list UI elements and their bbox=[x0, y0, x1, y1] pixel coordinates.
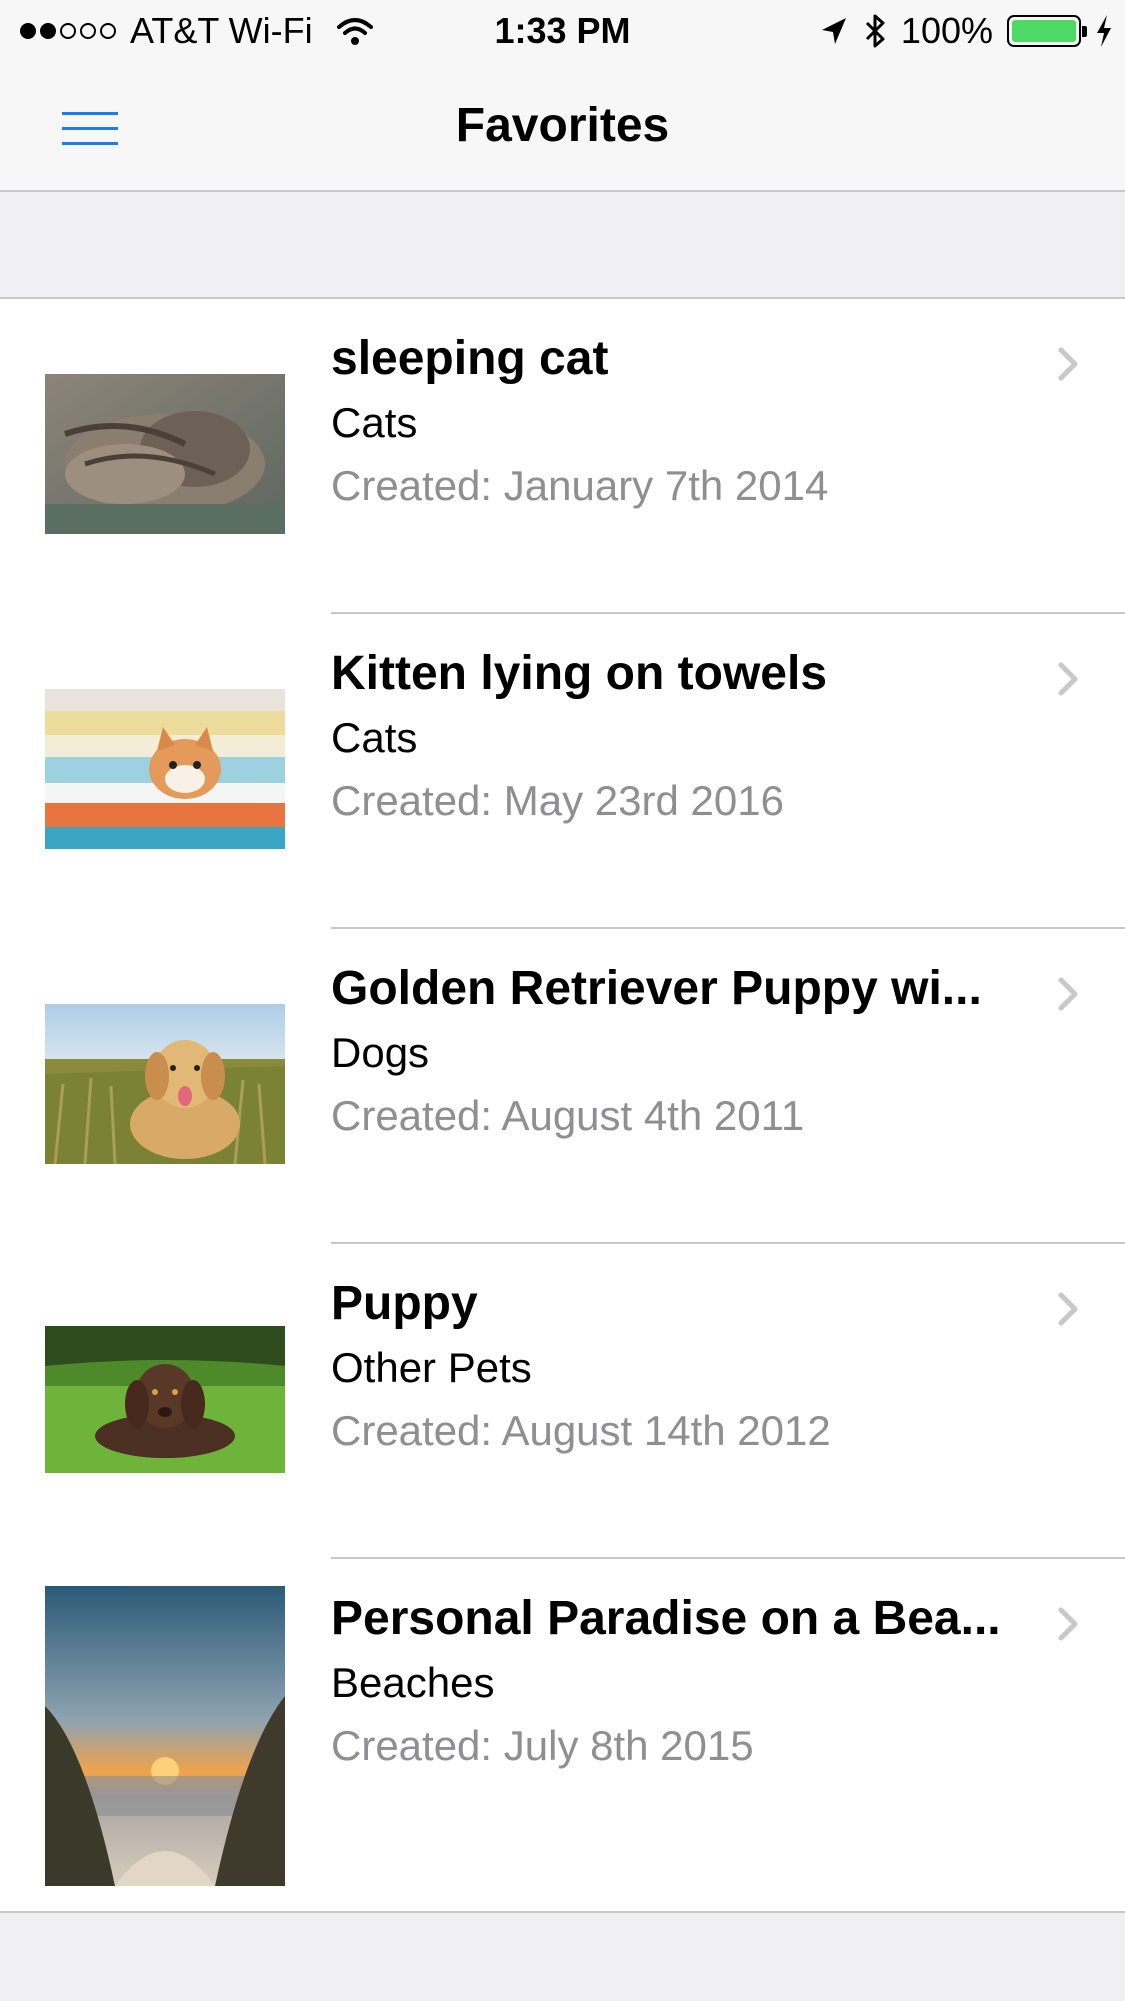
item-date: Created: May 23rd 2016 bbox=[331, 777, 784, 824]
wifi-icon bbox=[336, 18, 373, 45]
chevron-right-icon bbox=[1058, 662, 1078, 696]
item-title: Golden Retriever Puppy wi... bbox=[331, 962, 982, 1015]
item-date: Created: January 7th 2014 bbox=[331, 462, 829, 509]
favorites-list: sleeping cat Cats Created: January 7th 2… bbox=[0, 297, 1125, 1913]
bluetooth-icon bbox=[865, 14, 885, 48]
item-title: sleeping cat bbox=[331, 332, 609, 385]
thumbnail-image bbox=[45, 374, 285, 534]
list-item[interactable]: sleeping cat Cats Created: January 7th 2… bbox=[0, 299, 1125, 614]
status-left: AT&T Wi-Fi bbox=[20, 10, 375, 52]
thumbnail-image bbox=[45, 689, 285, 849]
item-date: Created: July 8th 2015 bbox=[331, 1722, 754, 1769]
hamburger-menu-icon[interactable] bbox=[52, 100, 128, 156]
status-bar: AT&T Wi-Fi 1:33 PM 100% bbox=[0, 0, 1125, 60]
item-title: Personal Paradise on a Bea... bbox=[331, 1592, 1001, 1645]
item-category: Beaches bbox=[331, 1659, 495, 1706]
charging-bolt-icon bbox=[1097, 15, 1111, 47]
list-item[interactable]: Personal Paradise on a Bea... Beaches Cr… bbox=[0, 1559, 1125, 1913]
item-date: Created: August 14th 2012 bbox=[331, 1407, 831, 1454]
item-category: Dogs bbox=[331, 1029, 430, 1076]
thumbnail-image bbox=[45, 1326, 285, 1473]
chevron-right-icon bbox=[1058, 1607, 1078, 1641]
item-category: Cats bbox=[331, 399, 418, 446]
thumbnail-image bbox=[45, 1586, 285, 1886]
page-title: Favorites bbox=[455, 99, 670, 152]
location-arrow-icon bbox=[821, 18, 846, 44]
carrier-label: AT&T Wi-Fi bbox=[130, 10, 313, 51]
list-item[interactable]: Puppy Other Pets Created: August 14th 20… bbox=[0, 1244, 1125, 1559]
status-right: 100% bbox=[819, 10, 1113, 52]
signal-strength-icon bbox=[20, 23, 116, 39]
item-title: Puppy bbox=[331, 1277, 478, 1330]
list-item[interactable]: Golden Retriever Puppy wi... Dogs Create… bbox=[0, 929, 1125, 1244]
chevron-right-icon bbox=[1058, 1292, 1078, 1326]
item-category: Cats bbox=[331, 714, 418, 761]
item-date: Created: August 4th 2011 bbox=[331, 1092, 805, 1139]
battery-icon bbox=[1007, 15, 1087, 47]
navigation-bar: Favorites bbox=[0, 60, 1125, 192]
item-category: Other Pets bbox=[331, 1344, 532, 1391]
thumbnail-image bbox=[45, 1004, 285, 1164]
item-title: Kitten lying on towels bbox=[331, 647, 828, 700]
chevron-right-icon bbox=[1058, 977, 1078, 1011]
chevron-right-icon bbox=[1058, 347, 1078, 381]
battery-percent: 100% bbox=[900, 10, 993, 51]
list-item[interactable]: Kitten lying on towels Cats Created: May… bbox=[0, 614, 1125, 929]
